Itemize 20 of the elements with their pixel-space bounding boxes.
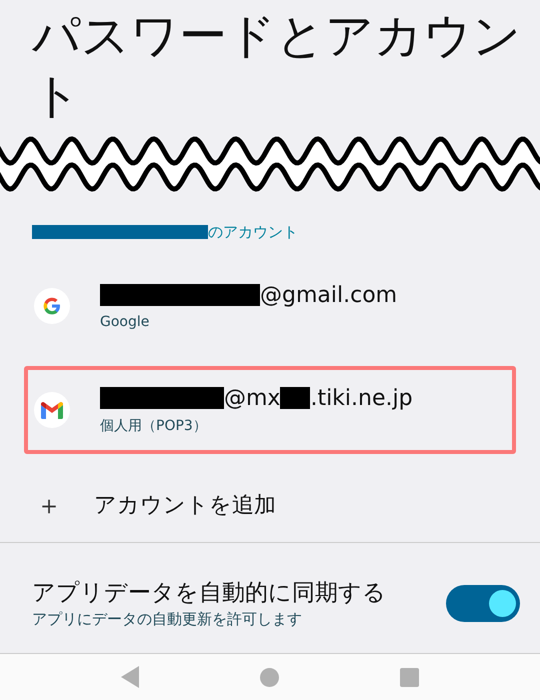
mail-m-icon <box>41 402 63 418</box>
account-email: @gmail.com <box>260 282 398 308</box>
redaction-bar <box>280 387 310 409</box>
plus-icon: ＋ <box>36 488 94 522</box>
google-g-icon <box>42 296 62 316</box>
account-email: .tiki.ne.jp <box>310 386 413 410</box>
account-type: 個人用（POP3） <box>100 416 208 434</box>
account-type: Google <box>100 314 150 330</box>
account-email: @mx <box>224 386 280 410</box>
back-icon[interactable] <box>120 666 139 688</box>
sync-toggle[interactable] <box>446 584 520 622</box>
page-title: パスワードとアカウント <box>31 7 522 126</box>
recents-icon[interactable] <box>400 668 420 686</box>
sync-title: アプリデータを自動的に同期する <box>32 578 387 608</box>
sync-subtitle: アプリにデータの自動更新を許可します <box>32 610 303 628</box>
account-item[interactable]: @gmail.com Google <box>24 262 516 350</box>
home-icon[interactable] <box>260 668 279 686</box>
account-item[interactable]: @mx .tiki.ne.jp 個人用（POP3） <box>24 366 516 454</box>
section-header: のアカウント <box>208 222 298 242</box>
add-account-item[interactable]: ＋ アカウントを追加 <box>0 454 540 530</box>
